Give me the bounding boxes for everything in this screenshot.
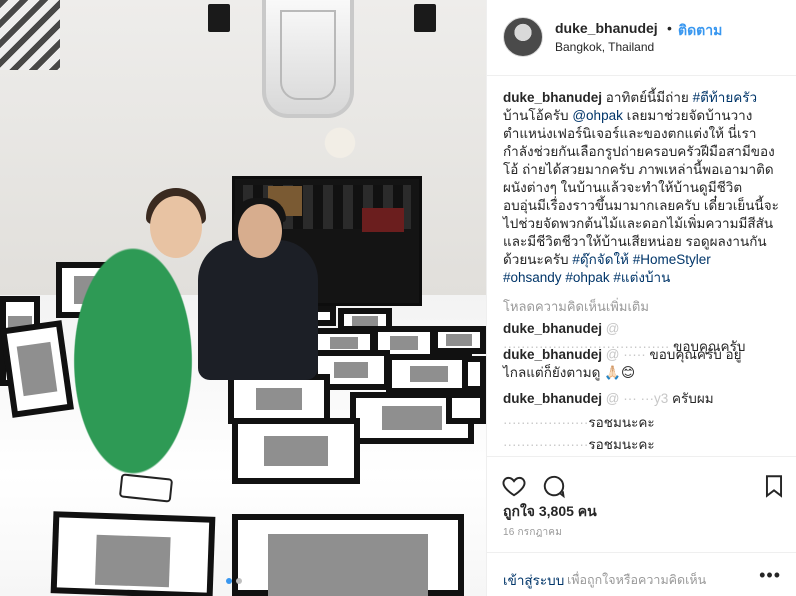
post-actions: ถูกใจ 3,805 คน 16 กรกฎาคม xyxy=(487,456,796,556)
comment-item: ···················รอชมนะคะ xyxy=(503,436,789,454)
comment-username[interactable]: duke_bhanudej xyxy=(503,347,602,362)
photo-coral-decor xyxy=(320,122,360,174)
caption-text: และมีชีวิตชีวาให้บ้านเสียหน่อย รอดูผลงาน… xyxy=(503,234,767,249)
photo-wall-sconce xyxy=(414,4,436,32)
photo-man-face xyxy=(238,204,282,258)
heart-icon[interactable] xyxy=(501,473,527,499)
caption-text: ด้วยนะครับ xyxy=(503,252,573,267)
photo-frame xyxy=(432,326,486,354)
photo-man-dark-shirt xyxy=(198,240,318,380)
photo-frame xyxy=(462,356,486,392)
photo-woman-green-dress xyxy=(58,218,208,478)
comment-text: ไกลแต่ก็ยังตามดู 🙏🏻😊 xyxy=(503,365,636,380)
photo-wall-sconce xyxy=(208,4,230,32)
like-count[interactable]: ถูกใจ 3,805 คน xyxy=(503,501,597,523)
comment-username[interactable]: duke_bhanudej xyxy=(503,321,602,336)
follow-button[interactable]: ติดตาม xyxy=(678,20,722,42)
comment-mention[interactable]: @ ··· ···y3 xyxy=(606,391,668,406)
post-side-panel: duke_bhanudej • ติดตาม Bangkok, Thailand… xyxy=(486,0,796,596)
login-link[interactable]: เข้าสู่ระบบ xyxy=(503,569,564,591)
comment-text: รอชมนะคะ xyxy=(588,437,655,452)
more-dots-icon[interactable]: ••• xyxy=(759,565,781,586)
header-username[interactable]: duke_bhanudej xyxy=(555,20,658,36)
photo-box xyxy=(362,208,404,232)
caption-text: อบอุ่นมีเรื่องราวขึ้นมามากเลยครับ เดี๋ยว… xyxy=(503,198,779,213)
caption-text: อาทิตย์นี้มีถ่าย xyxy=(605,90,693,105)
comment-username[interactable]: duke_bhanudej xyxy=(503,391,602,406)
caption-username[interactable]: duke_bhanudej xyxy=(503,90,602,105)
photo-frame xyxy=(50,511,216,596)
caption-text: โอ้ ถ่ายได้สวยมากครับ ภาพเหล่านี้พอเอามา… xyxy=(503,162,774,177)
post-location[interactable]: Bangkok, Thailand xyxy=(555,40,654,54)
load-more-comments[interactable]: โหลดความคิดเห็นเพิ่มเติม xyxy=(503,296,649,317)
caption-text: ไปช่วยจัดพวกต้นไม้และดอกไม้เพิ่มความมีสี… xyxy=(503,216,774,231)
caption-text: บ้านโอ้ครับ xyxy=(503,108,573,123)
comment-item: duke_bhanudej @ ····· ขอบคุณครับ อยู่ ไก… xyxy=(503,346,789,382)
photo-staircase xyxy=(0,0,60,70)
photo-frame xyxy=(228,374,330,424)
post-caption: duke_bhanudej อาทิตย์นี้มีถ่าย #ตีท้ายคร… xyxy=(503,89,789,287)
comment-text: รอชมนะคะ xyxy=(588,415,655,430)
comment-bubble-icon[interactable] xyxy=(541,473,567,499)
photo-frame xyxy=(232,514,464,596)
carousel-indicator xyxy=(226,578,242,584)
post-photo[interactable] xyxy=(0,0,486,596)
carousel-dot-active[interactable] xyxy=(226,578,232,584)
post-header: duke_bhanudej • ติดตาม Bangkok, Thailand xyxy=(487,0,796,76)
comment-item: ···················รอชมนะคะ xyxy=(503,414,789,432)
comment-mention[interactable]: ··················· xyxy=(503,437,588,452)
photo-frame xyxy=(232,418,360,484)
mention-link[interactable]: @ohpak xyxy=(572,108,623,123)
photo-woman-face xyxy=(150,196,202,258)
hashtag-link[interactable]: #แต่งบ้าน xyxy=(613,270,670,285)
caption-text: ผนังต่างๆ ในบ้านแล้วจะทำให้บ้านดูมีชีวิต xyxy=(503,180,743,195)
comment-text: ขอบคุณครับ อยู่ xyxy=(645,347,742,362)
photo-mirror xyxy=(262,0,354,118)
header-separator: • xyxy=(667,20,672,36)
photo-frame xyxy=(386,354,472,394)
comment-mention[interactable]: ··················· xyxy=(503,415,588,430)
hashtag-link[interactable]: #ดุ๊กจัดให้ xyxy=(572,252,629,267)
hashtag-link[interactable]: #ตีท้ายครัว xyxy=(693,90,758,105)
caption-text: กำลังช่วยกันเลือกรูปถ่ายครอบครัวฝีมือสาม… xyxy=(503,144,775,159)
hashtag-link[interactable]: #HomeStyler xyxy=(633,252,711,267)
comment-item: duke_bhanudej @ ··· ···y3 ครับผม xyxy=(503,390,789,408)
caption-text: ตำแหน่งเฟอร์นิเจอร์และของตกแต่งให้ นี่เร… xyxy=(503,126,757,141)
caption-text: เลยมาช่วยจัดบ้านวาง xyxy=(622,108,753,123)
comment-text: ครับผม xyxy=(668,391,714,406)
hashtag-link[interactable]: #ohpak xyxy=(565,270,609,285)
avatar[interactable] xyxy=(503,17,543,57)
login-bar: เข้าสู่ระบบ เพื่อถูกใจหรือความคิดเห็น ••… xyxy=(487,552,796,596)
hashtag-link[interactable]: #ohsandy xyxy=(503,270,562,285)
login-hint-text: เพื่อถูกใจหรือความคิดเห็น xyxy=(567,573,707,587)
post-date: 16 กรกฎาคม xyxy=(503,527,562,538)
carousel-dot[interactable] xyxy=(236,578,242,584)
comment-mention[interactable]: @ ····· xyxy=(606,347,646,362)
bookmark-icon[interactable] xyxy=(761,473,787,499)
photo-frame xyxy=(446,392,486,424)
